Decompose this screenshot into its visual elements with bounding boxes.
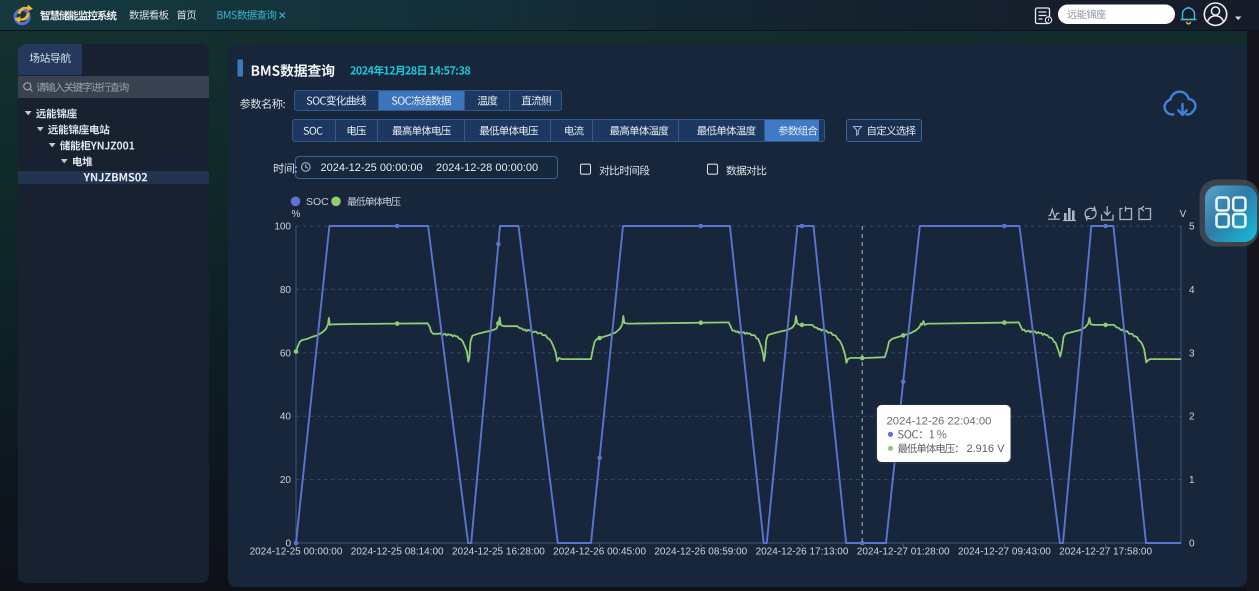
svg-text:SOC: SOC xyxy=(306,196,329,208)
svg-text:2024-12-28 00:00:00: 2024-12-28 00:00:00 xyxy=(436,162,538,174)
svg-text:4: 4 xyxy=(1189,285,1195,296)
svg-text:2024-12-27 09:43:00: 2024-12-27 09:43:00 xyxy=(958,547,1051,558)
svg-text:1: 1 xyxy=(1189,475,1195,486)
svg-text:2024-12-25 16:28:00: 2024-12-25 16:28:00 xyxy=(452,547,545,558)
svg-text:3: 3 xyxy=(1189,348,1195,359)
svg-text:-: - xyxy=(419,162,423,174)
svg-text:V: V xyxy=(1180,209,1187,220)
svg-text:2024-12-26 22:04:00: 2024-12-26 22:04:00 xyxy=(887,416,992,428)
svg-text:2024-12-27 17:58:00: 2024-12-27 17:58:00 xyxy=(1059,547,1152,558)
svg-text:2024-12-25 00:00:00: 2024-12-25 00:00:00 xyxy=(321,162,423,174)
svg-text:80: 80 xyxy=(280,285,292,296)
svg-text:100: 100 xyxy=(274,222,291,233)
svg-text:2024-12-26 08:59:00: 2024-12-26 08:59:00 xyxy=(654,547,747,558)
svg-text:60: 60 xyxy=(280,348,292,359)
svg-text:2024-12-26 00:45:00: 2024-12-26 00:45:00 xyxy=(553,547,646,558)
svg-text:2.916 V: 2.916 V xyxy=(967,443,1006,455)
svg-text:2: 2 xyxy=(1189,412,1195,423)
svg-text:%: % xyxy=(292,209,301,220)
svg-text:20: 20 xyxy=(280,475,292,486)
svg-text:40: 40 xyxy=(280,412,292,423)
svg-text:0: 0 xyxy=(1189,539,1195,550)
svg-text:2024-12-25 00:00:00: 2024-12-25 00:00:00 xyxy=(250,547,343,558)
svg-text:2024-12-27 01:28:00: 2024-12-27 01:28:00 xyxy=(857,547,950,558)
svg-text:5: 5 xyxy=(1189,222,1195,233)
svg-text:2024-12-25 08:14:00: 2024-12-25 08:14:00 xyxy=(351,547,444,558)
svg-text:2024-12-26 17:13:00: 2024-12-26 17:13:00 xyxy=(756,547,849,558)
